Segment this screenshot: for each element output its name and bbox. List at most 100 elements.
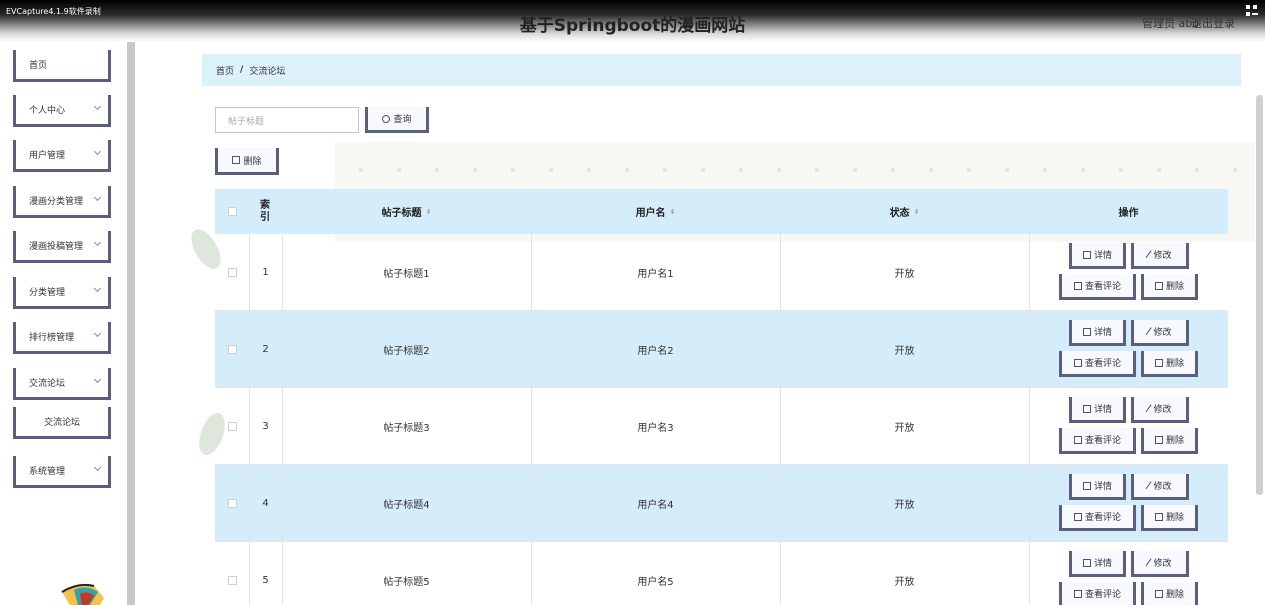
row-index: 1	[262, 267, 269, 278]
sidebar-item-comic-category[interactable]: 漫画分类管理	[13, 186, 111, 218]
breadcrumb-home[interactable]: 首页	[216, 64, 234, 77]
delete-label: 删除	[1165, 513, 1184, 523]
comment-icon	[1073, 435, 1082, 444]
delete-label: 删除	[1165, 359, 1184, 369]
detail-button[interactable]: 详情	[1069, 551, 1126, 577]
search-button[interactable]: 查询	[365, 107, 429, 133]
edit-button[interactable]: 修改	[1131, 474, 1189, 500]
row-post-title: 帖子标题1	[383, 269, 430, 280]
sidebar-subitem-forum[interactable]: 交流论坛	[13, 407, 111, 439]
sidebar-item-home[interactable]: 首页	[13, 50, 111, 82]
view-comments-button[interactable]: 查看评论	[1059, 582, 1136, 605]
search-button-label: 查询	[393, 115, 412, 125]
row-username: 用户名4	[637, 500, 674, 511]
delete-label: 删除	[1165, 282, 1184, 292]
select-all-cell	[215, 189, 249, 234]
view-comments-button[interactable]: 查看评论	[1059, 505, 1136, 531]
comment-icon	[1073, 358, 1082, 367]
detail-label: 详情	[1093, 559, 1112, 569]
view-comments-label: 查看评论	[1084, 513, 1121, 523]
detail-button[interactable]: 详情	[1069, 320, 1126, 346]
column-divider	[1029, 465, 1030, 542]
edit-label: 修改	[1153, 482, 1172, 492]
comment-icon	[1073, 281, 1082, 290]
delete-button[interactable]: 删除	[1141, 274, 1198, 300]
delete-button[interactable]: 删除	[1141, 505, 1198, 531]
edit-button[interactable]: 修改	[1131, 551, 1189, 577]
edit-label: 修改	[1153, 405, 1172, 415]
pencil-icon	[1146, 250, 1153, 259]
top-bar: EVCapture4.1.9软件录制 基于Springboot的漫画网站 管理员…	[0, 0, 1265, 42]
select-all-checkbox[interactable]	[227, 207, 237, 216]
view-comments-label: 查看评论	[1084, 359, 1121, 369]
sidebar-item-category[interactable]: 分类管理	[13, 277, 111, 309]
header-status[interactable]: 状态 ⬍	[780, 189, 1029, 234]
column-divider	[1029, 311, 1030, 388]
detail-button[interactable]: 详情	[1069, 474, 1126, 500]
table-row: 4 帖子标题4 用户名4 开放 详情 修改 查看评论 删除	[215, 465, 1228, 542]
header-label: 帖子标题	[381, 208, 422, 219]
chevron-down-icon	[93, 102, 102, 111]
sidebar-item-ranking[interactable]: 排行榜管理	[13, 322, 111, 354]
delete-button[interactable]: 删除	[1141, 351, 1198, 377]
logout-link[interactable]: 退出登录	[1191, 15, 1235, 31]
edit-button[interactable]: 修改	[1131, 397, 1189, 423]
header-post-title[interactable]: 帖子标题 ⬍	[282, 189, 531, 234]
sidebar-item-label: 个人中心	[29, 106, 66, 116]
sidebar-item-label: 排行榜管理	[29, 333, 75, 343]
row-index: 5	[262, 575, 269, 586]
detail-button[interactable]: 详情	[1069, 397, 1126, 423]
table-row: 1 帖子标题1 用户名1 开放 详情 修改 查看评论 删除	[215, 234, 1228, 311]
row-post-title: 帖子标题4	[383, 500, 430, 511]
row-checkbox[interactable]	[227, 422, 237, 431]
sidebar-item-label: 用户管理	[29, 151, 66, 161]
sidebar-item-user-management[interactable]: 用户管理	[13, 140, 111, 172]
row-select-cell	[215, 542, 249, 605]
row-status: 开放	[894, 500, 915, 511]
header-username[interactable]: 用户名 ⬍	[531, 189, 780, 234]
sidebar-item-forum[interactable]: 交流论坛	[13, 368, 111, 400]
page-scrollbar[interactable]	[1256, 95, 1263, 495]
sidebar-item-label: 漫画投稿管理	[29, 242, 84, 252]
delete-button[interactable]: 删除	[1141, 582, 1198, 605]
post-title-search-input[interactable]: 帖子标题	[215, 107, 359, 133]
pencil-icon	[1146, 327, 1153, 336]
document-icon	[1082, 404, 1091, 413]
sidebar-item-label: 漫画分类管理	[29, 197, 84, 207]
sidebar-item-personal-center[interactable]: 个人中心	[13, 95, 111, 127]
edit-label: 修改	[1153, 559, 1172, 569]
edit-button[interactable]: 修改	[1131, 320, 1189, 346]
grid-icon[interactable]	[1246, 5, 1258, 17]
chevron-down-icon	[93, 463, 102, 472]
delete-label: 删除	[1165, 590, 1184, 600]
search-icon	[382, 114, 391, 123]
row-checkbox[interactable]	[227, 268, 237, 277]
view-comments-button[interactable]: 查看评论	[1059, 274, 1136, 300]
batch-delete-label: 删除	[243, 156, 262, 167]
sidebar-item-label: 首页	[29, 61, 48, 71]
delete-button[interactable]: 删除	[1141, 428, 1198, 454]
breadcrumb-current: 交流论坛	[249, 66, 286, 77]
trash-icon	[1154, 589, 1163, 598]
document-icon	[1082, 327, 1091, 336]
view-comments-button[interactable]: 查看评论	[1059, 428, 1136, 454]
pencil-icon	[1146, 404, 1153, 413]
sidebar-item-system[interactable]: 系统管理	[13, 456, 111, 488]
edit-button[interactable]: 修改	[1131, 243, 1189, 269]
detail-button[interactable]: 详情	[1069, 243, 1126, 269]
row-select-cell	[215, 234, 249, 311]
batch-delete-button[interactable]: 删除	[215, 148, 279, 175]
row-post-title: 帖子标题2	[383, 346, 430, 357]
sidebar-item-label: 系统管理	[29, 467, 66, 477]
row-username: 用户名1	[637, 269, 674, 280]
detail-label: 详情	[1093, 328, 1112, 338]
table-row: 3 帖子标题3 用户名3 开放 详情 修改 查看评论 删除	[215, 388, 1228, 465]
row-username: 用户名5	[637, 577, 674, 588]
view-comments-button[interactable]: 查看评论	[1059, 351, 1136, 377]
sidebar-item-comic-submission[interactable]: 漫画投稿管理	[13, 231, 111, 263]
row-checkbox[interactable]	[227, 576, 237, 585]
edit-label: 修改	[1153, 251, 1172, 261]
row-checkbox[interactable]	[227, 345, 237, 354]
trash-icon	[232, 156, 241, 164]
row-checkbox[interactable]	[227, 499, 237, 508]
